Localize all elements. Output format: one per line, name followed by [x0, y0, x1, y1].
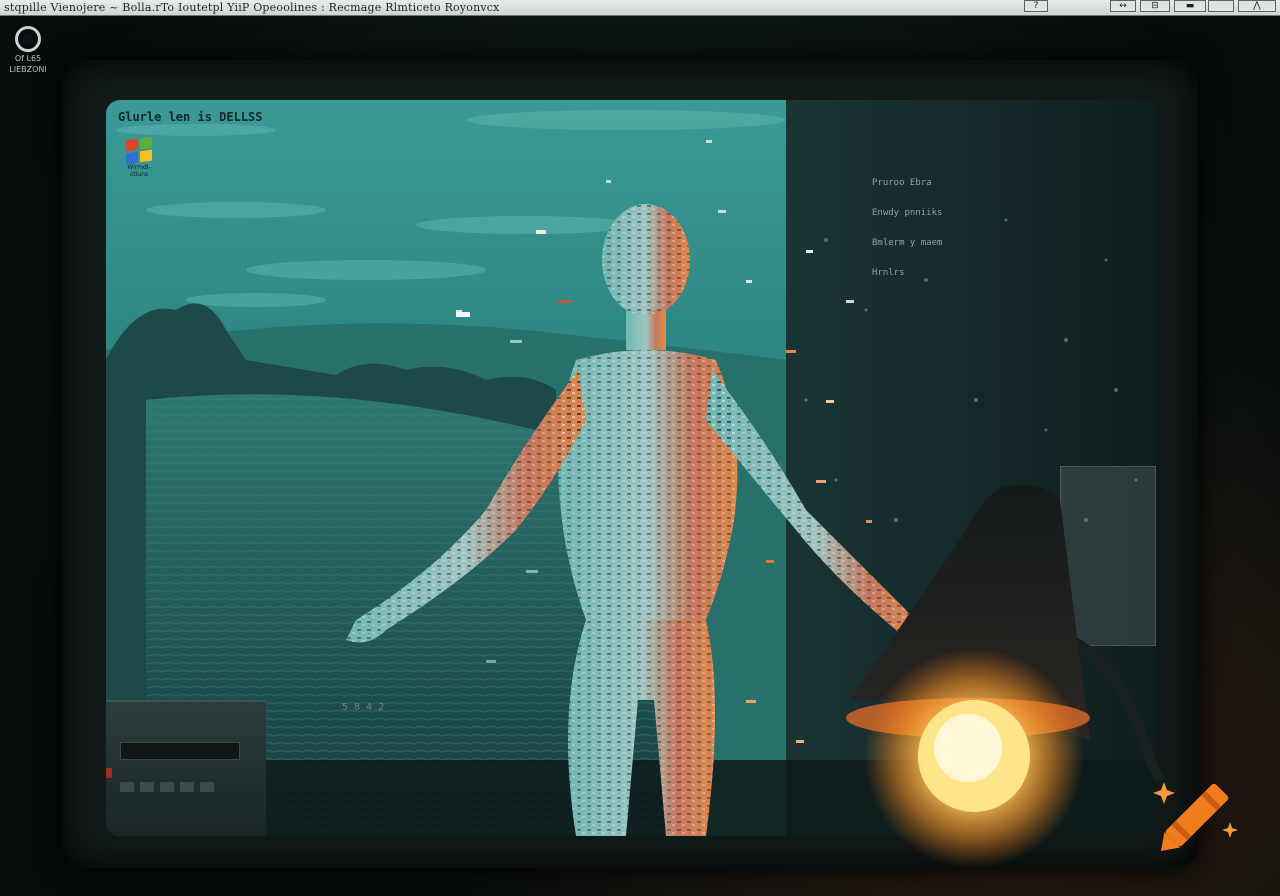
- corner-badge-line2: LIEBZONI: [9, 65, 47, 74]
- gear-icon: [15, 26, 41, 52]
- minimize-button[interactable]: ▬: [1174, 0, 1206, 12]
- tile-button[interactable]: ⊟: [1140, 0, 1170, 12]
- close-button[interactable]: ⋀: [1238, 0, 1276, 12]
- crayon-icon[interactable]: [1142, 760, 1252, 870]
- resize-button[interactable]: ↔: [1110, 0, 1136, 12]
- window-title: stqpille Vienojere ~ Bolla.rTo Ioutetpl …: [4, 1, 500, 14]
- window-titlebar: stqpille Vienojere ~ Bolla.rTo Ioutetpl …: [0, 0, 1280, 16]
- maximize-button[interactable]: [1208, 0, 1234, 12]
- corner-badge[interactable]: Of L65 LIEBZONI: [6, 26, 50, 74]
- glitch-figure: [346, 140, 926, 836]
- monitor-screen: Glurle len is DELLSS Wirmdl-ctiuns Pruro…: [106, 100, 1156, 836]
- corner-badge-line1: Of L65: [14, 54, 42, 63]
- help-button[interactable]: ?: [1024, 0, 1048, 12]
